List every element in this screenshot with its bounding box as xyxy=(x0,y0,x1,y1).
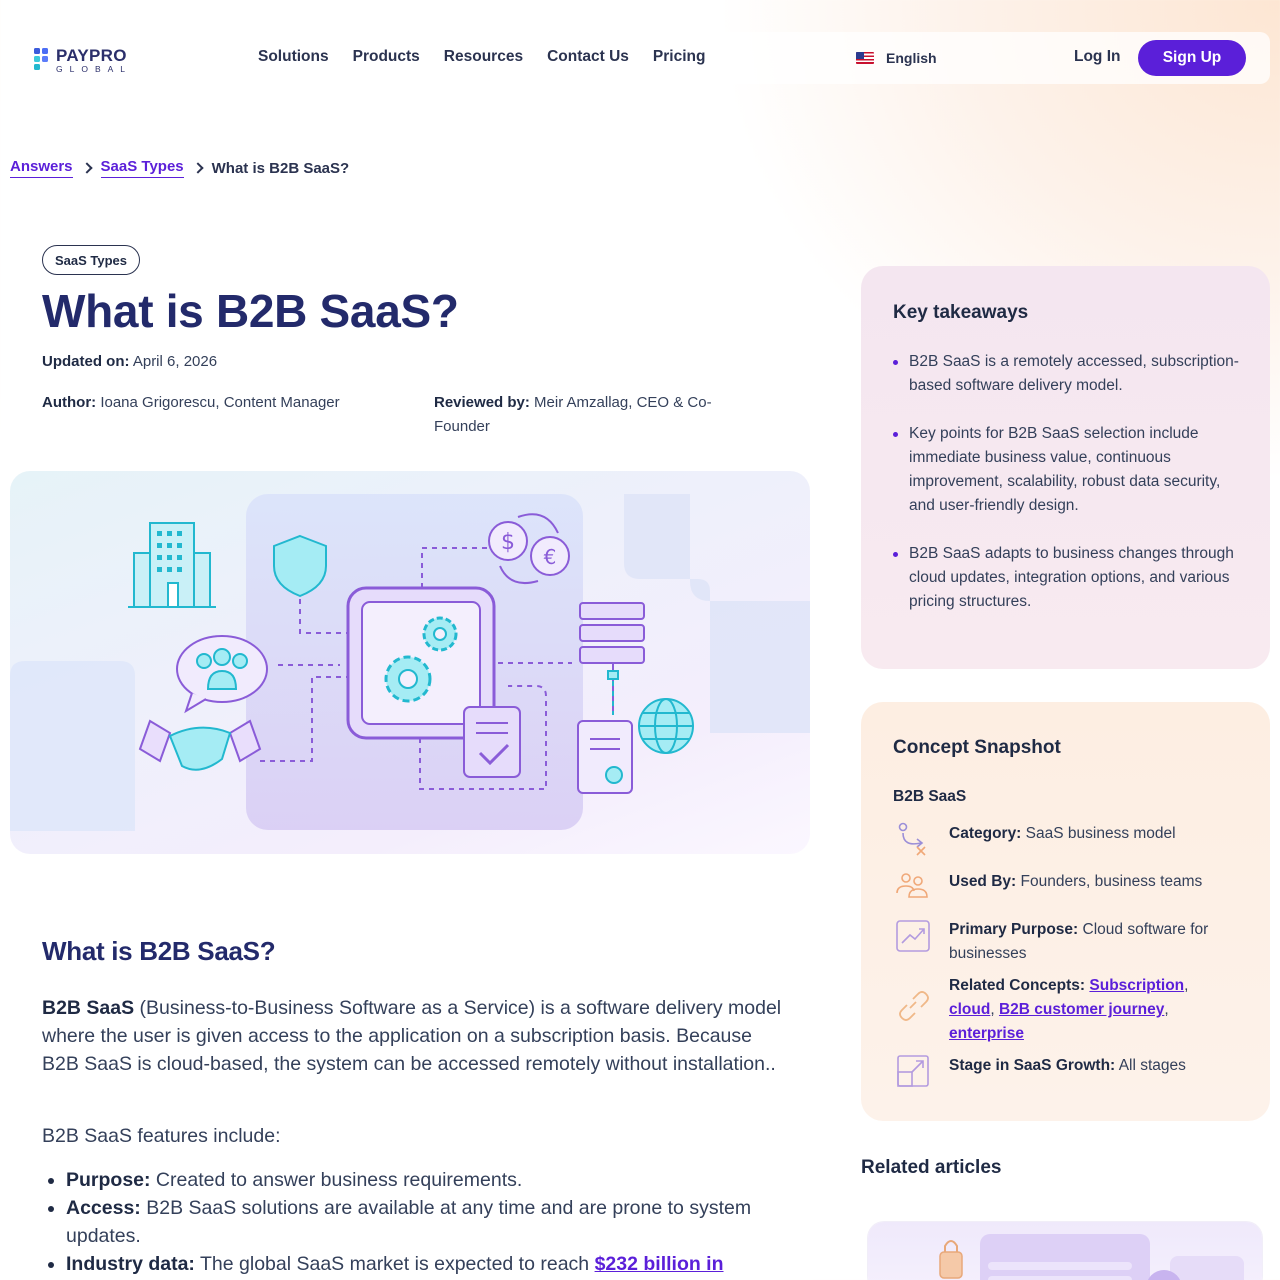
list-item: Access: B2B SaaS solutions are available… xyxy=(42,1194,822,1250)
b2b-saas-illustration: $ € xyxy=(10,494,810,831)
section-heading: What is B2B SaaS? xyxy=(42,936,276,966)
nav-solutions[interactable]: Solutions xyxy=(258,48,329,66)
concept-snapshot-title: Concept Snapshot xyxy=(893,737,1061,758)
features-list: Purpose: Created to answer business requ… xyxy=(42,1166,822,1278)
breadcrumb-answers[interactable]: Answers xyxy=(10,158,73,178)
language-selector[interactable]: English xyxy=(856,50,937,66)
category-tag[interactable]: SaaS Types xyxy=(42,245,141,275)
svg-text:€: € xyxy=(544,545,557,569)
snapshot-related-concepts: Related Concepts: Subscription, cloud, B… xyxy=(893,971,1253,1046)
handshake-icon xyxy=(138,719,262,771)
site-header: PAYPRO GLOBAL Solutions Products Resourc… xyxy=(16,32,1270,84)
logo-text-bottom: GLOBAL xyxy=(56,64,133,74)
key-takeaways-title: Key takeaways xyxy=(893,302,1029,323)
page-title: What is B2B SaaS? xyxy=(42,285,459,337)
reviewer-info: Reviewed by: Meir Amzallag, CEO & Co-Fou… xyxy=(434,394,712,435)
breadcrumb: Answers SaaS Types What is B2B SaaS? xyxy=(10,158,349,178)
us-flag-icon xyxy=(856,52,874,64)
snapshot-category: Category: SaaS business model xyxy=(893,819,1253,859)
nav-contact-us[interactable]: Contact Us xyxy=(547,48,629,66)
chevron-right-icon xyxy=(80,162,93,174)
related-link-b2b-customer-journey[interactable]: B2B customer journey xyxy=(999,1001,1164,1018)
list-item: Industry data: The global SaaS market is… xyxy=(42,1250,822,1278)
chart-icon xyxy=(896,920,930,952)
users-icon xyxy=(896,873,928,898)
stage-icon xyxy=(897,1055,929,1087)
hero-illustration: $ € xyxy=(10,471,810,854)
signup-button[interactable]: Sign Up xyxy=(1138,40,1246,76)
related-link-subscription[interactable]: Subscription xyxy=(1089,977,1184,994)
paypro-logo[interactable]: PAYPRO GLOBAL xyxy=(34,47,132,74)
login-link[interactable]: Log In xyxy=(1074,48,1121,66)
snapshot-used-by: Used By: Founders, business teams xyxy=(893,867,1253,907)
logo-text-top: PAYPRO xyxy=(56,46,127,65)
nav-pricing[interactable]: Pricing xyxy=(653,48,706,66)
features-intro: B2B SaaS features include: xyxy=(42,1125,281,1147)
market-data-link[interactable]: $232 billion in xyxy=(595,1253,724,1275)
related-article-thumbnail xyxy=(939,1234,1244,1280)
list-item: Key points for B2B SaaS selection includ… xyxy=(893,422,1243,518)
author-info: Author: Ioana Grigorescu, Content Manage… xyxy=(42,394,340,411)
related-article-card[interactable] xyxy=(868,1222,1262,1280)
intro-paragraph: B2B SaaS (Business-to-Business Software … xyxy=(42,997,782,1075)
main-nav: Solutions Products Resources Contact Us … xyxy=(258,48,705,66)
svg-text:$: $ xyxy=(501,530,515,555)
snapshot-subject: B2B SaaS xyxy=(893,788,967,805)
building-icon xyxy=(128,522,216,608)
document-check-icon xyxy=(463,706,521,778)
language-label: English xyxy=(886,50,937,66)
nav-products[interactable]: Products xyxy=(353,48,420,66)
breadcrumb-current: What is B2B SaaS? xyxy=(211,159,350,177)
related-articles-title: Related articles xyxy=(861,1157,1002,1178)
list-item: Purpose: Created to answer business requ… xyxy=(42,1166,822,1194)
logo-mark-icon xyxy=(34,48,50,72)
list-item: B2B SaaS is a remotely accessed, subscri… xyxy=(893,350,1243,398)
breadcrumb-saas-types[interactable]: SaaS Types xyxy=(100,158,184,178)
chevron-right-icon xyxy=(191,162,204,174)
snapshot-purpose: Primary Purpose: Cloud software for busi… xyxy=(893,915,1253,966)
updated-date: Updated on: April 6, 2026 xyxy=(42,353,218,370)
list-item: B2B SaaS adapts to business changes thro… xyxy=(893,542,1243,614)
snapshot-stage: Stage in SaaS Growth: All stages xyxy=(893,1051,1253,1091)
nav-resources[interactable]: Resources xyxy=(444,48,523,66)
globe-icon xyxy=(638,698,694,754)
related-link-enterprise[interactable]: enterprise xyxy=(949,1025,1024,1042)
link-icon xyxy=(899,991,929,1021)
category-icon xyxy=(898,822,926,856)
related-link-cloud[interactable]: cloud xyxy=(949,1001,990,1018)
key-takeaways-list: B2B SaaS is a remotely accessed, subscri… xyxy=(893,350,1243,638)
certificate-icon xyxy=(577,720,633,794)
